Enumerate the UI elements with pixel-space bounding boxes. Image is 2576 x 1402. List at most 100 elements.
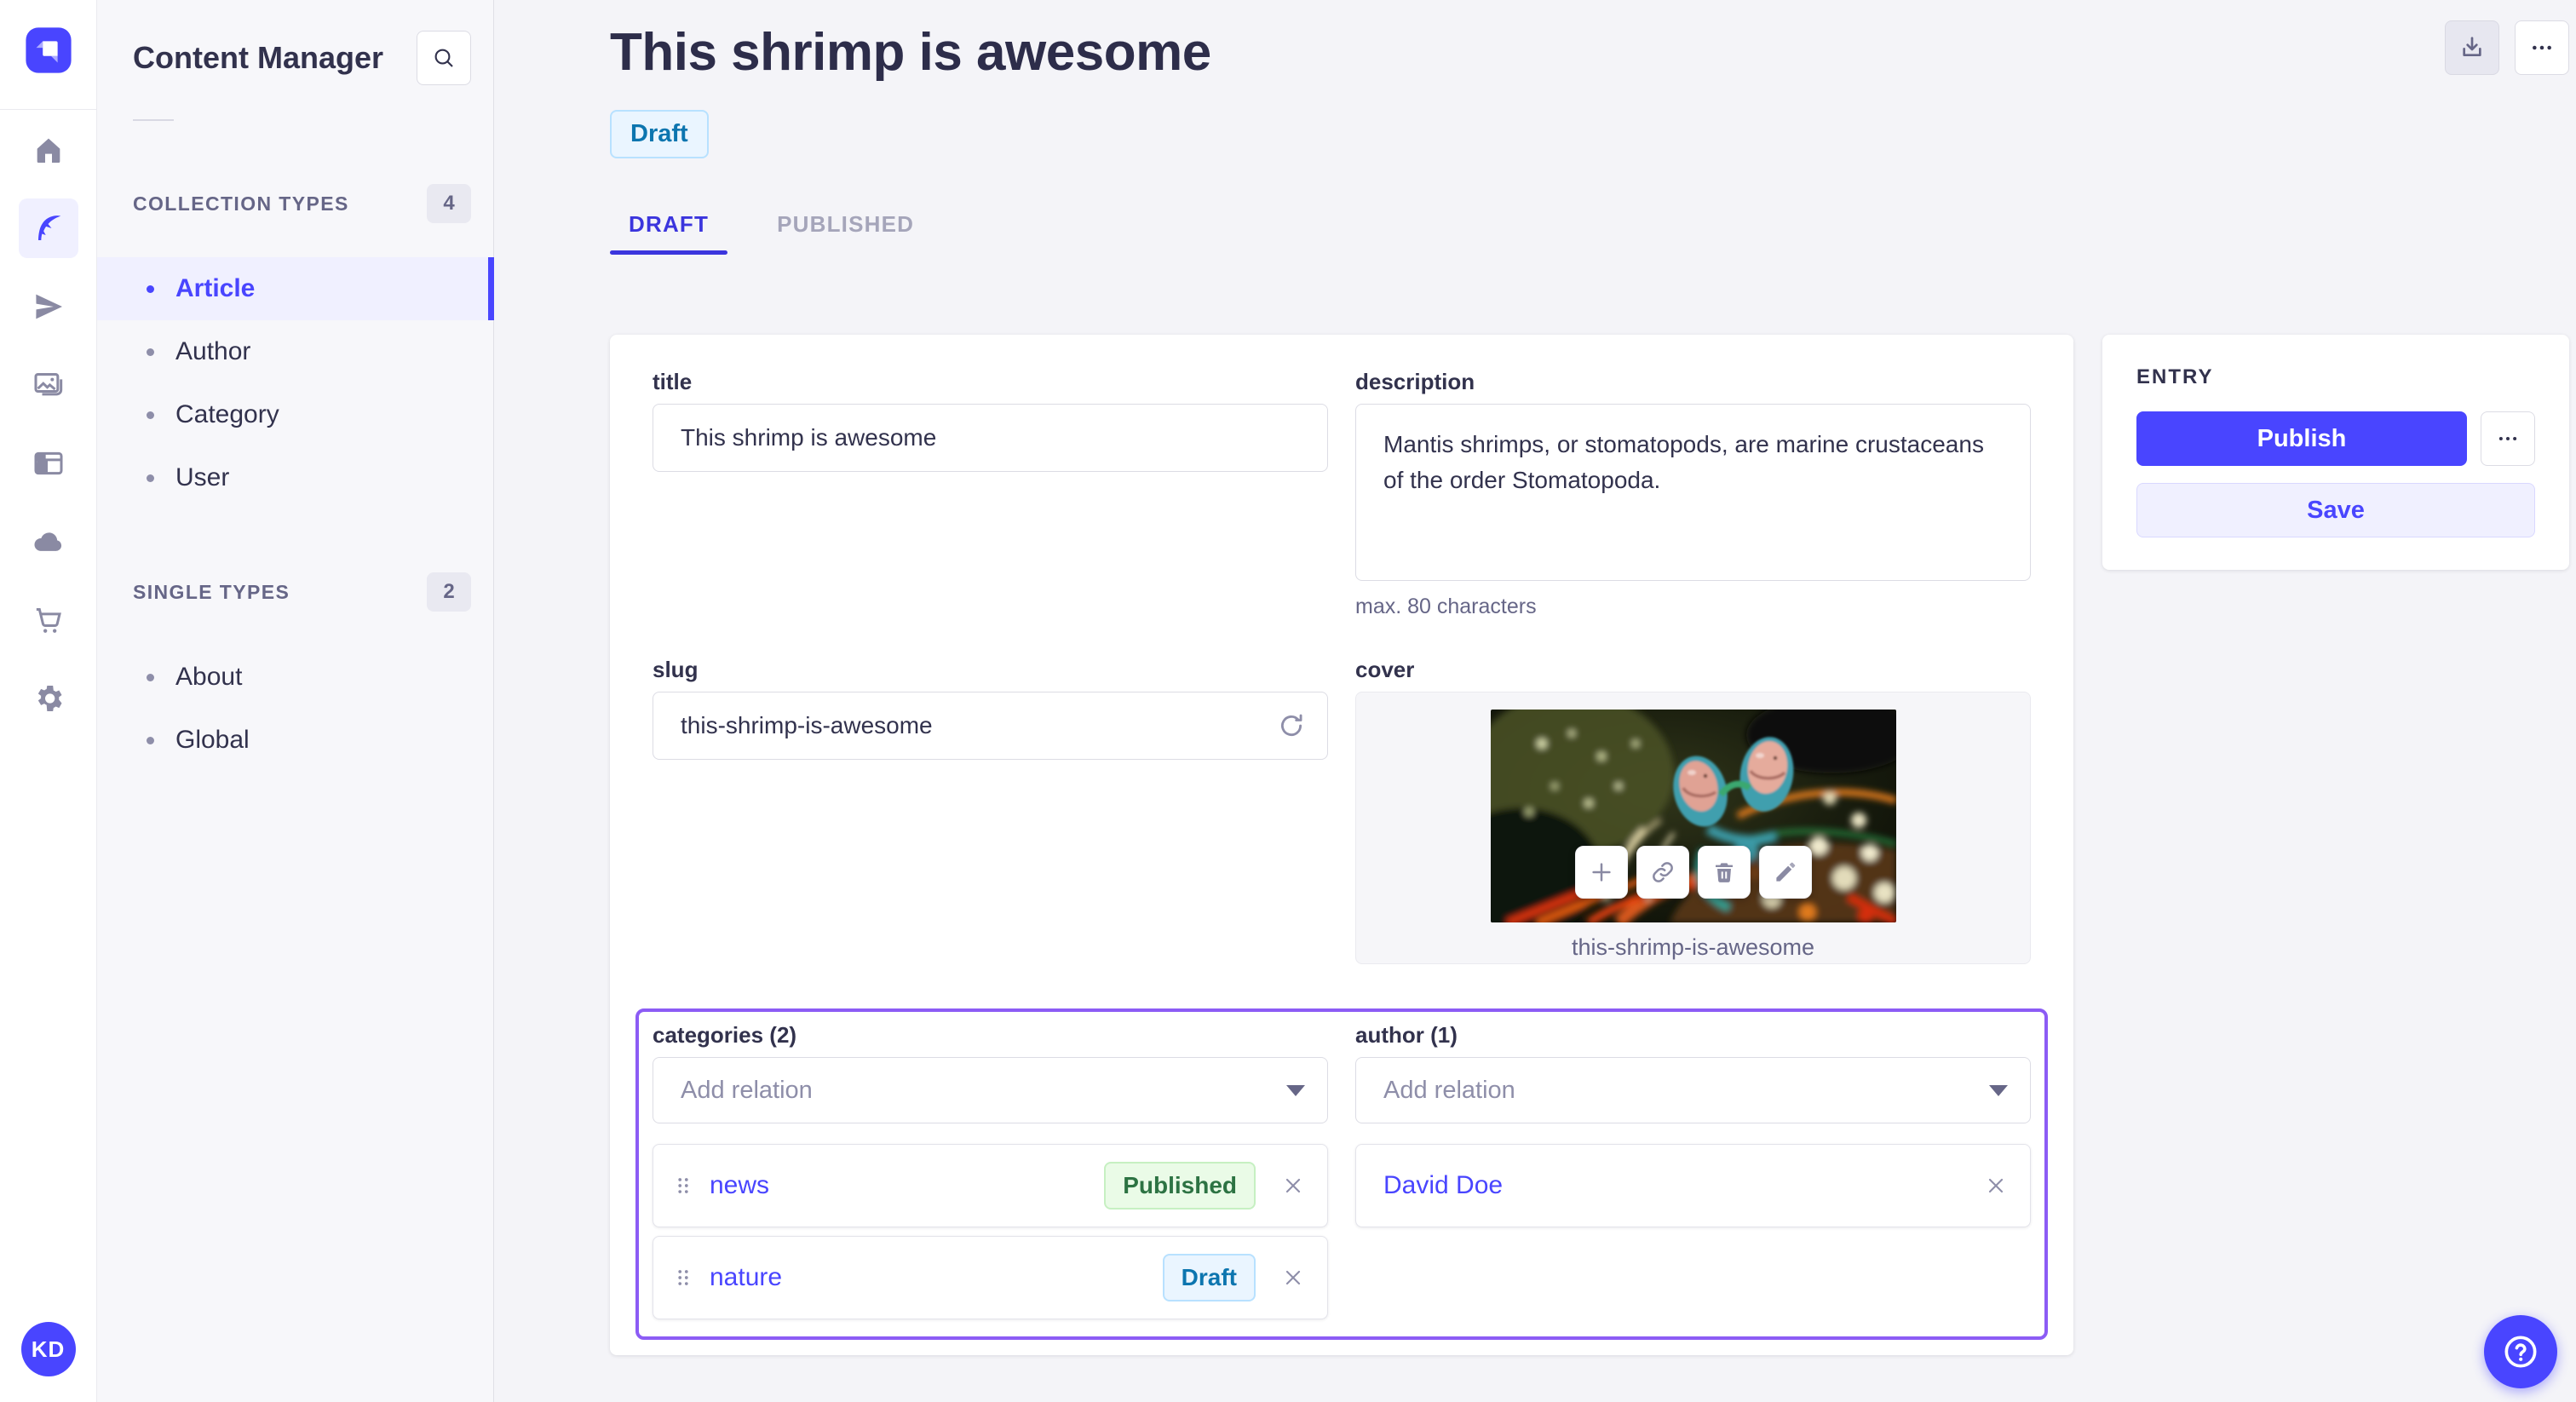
relation-status-badge: Draft: [1162, 1254, 1256, 1301]
author-relation-list: David Doe: [1355, 1144, 2031, 1227]
relation-link[interactable]: news: [710, 1171, 1104, 1200]
sidebar-item-author[interactable]: Author: [97, 320, 493, 383]
sidebar-item-user[interactable]: User: [97, 446, 493, 509]
description-hint: max. 80 characters: [1355, 595, 1537, 618]
help-button[interactable]: [2484, 1315, 2557, 1388]
categories-field: categories (2) Add relation news Publish…: [653, 1022, 1328, 1319]
entry-more-button[interactable]: [2481, 411, 2535, 466]
remove-relation-button[interactable]: [1984, 1174, 2008, 1198]
nav-home-button[interactable]: [19, 120, 78, 180]
categories-label: categories (2): [653, 1022, 797, 1048]
relation-row-news: news Published: [653, 1144, 1328, 1227]
author-add-relation-select[interactable]: Add relation: [1355, 1057, 2031, 1123]
header-more-button[interactable]: [2515, 20, 2569, 75]
sidebar-item-label: User: [175, 463, 230, 491]
sidebar-item-about[interactable]: About: [97, 646, 493, 709]
strapi-logo-icon: [25, 27, 72, 73]
relation-link[interactable]: nature: [710, 1263, 1163, 1292]
bullet-icon: [147, 474, 154, 482]
cover-carousel: this-shrimp-is-awesome: [1355, 692, 2031, 964]
drag-handle-icon[interactable]: [672, 1173, 694, 1198]
save-button[interactable]: Save: [2136, 483, 2535, 537]
nav-content-manager-button[interactable]: [18, 198, 78, 258]
bullet-icon: [147, 673, 154, 681]
sidebar-item-label: Article: [175, 274, 256, 302]
settings-icon: [37, 686, 61, 711]
bullet-icon: [147, 411, 154, 419]
categories-add-relation-select[interactable]: Add relation: [653, 1057, 1328, 1123]
slug-field: slug: [653, 657, 1328, 760]
main-nav-rail: KD: [0, 0, 97, 1402]
page-title: This shrimp is awesome: [610, 23, 1211, 82]
nav-settings-button[interactable]: [19, 669, 78, 728]
edit-form-card: title description Mantis shrimps, or sto…: [610, 335, 2073, 1355]
rail-icon-list: [18, 120, 78, 728]
search-button[interactable]: [417, 31, 471, 85]
cloud-icon: [33, 532, 61, 551]
sidebar-item-label: Global: [175, 726, 250, 754]
export-button[interactable]: [2445, 20, 2499, 75]
sidebar-item-label: Category: [175, 400, 279, 428]
bullet-icon: [147, 284, 154, 293]
cover-field: cover this-shrimp-is-awesome: [1355, 657, 2031, 964]
pencil-icon: [1775, 862, 1795, 882]
single-types-list: About Global: [97, 646, 493, 772]
search-icon: [434, 49, 453, 67]
remove-relation-button[interactable]: [1281, 1266, 1305, 1290]
add-asset-button[interactable]: [1574, 846, 1628, 899]
nav-marketplace-button[interactable]: [19, 590, 78, 650]
regenerate-slug-button[interactable]: [1277, 711, 1306, 740]
description-textarea[interactable]: Mantis shrimps, or stomatopods, are mari…: [1355, 404, 2031, 581]
tab-draft[interactable]: DRAFT: [610, 198, 728, 255]
remove-relation-button[interactable]: [1281, 1174, 1305, 1198]
plus-icon: [1591, 863, 1611, 882]
close-icon: [1285, 1270, 1301, 1285]
nav-media-library-button[interactable]: [19, 355, 78, 415]
strapi-logo[interactable]: [24, 26, 73, 75]
relation-row-david-doe: David Doe: [1355, 1144, 2031, 1227]
single-types-count-badge: 2: [427, 572, 471, 612]
relation-link[interactable]: David Doe: [1383, 1171, 1984, 1200]
chevron-down-icon: [1989, 1084, 2008, 1096]
layout-icon: [34, 451, 62, 475]
description-label: description: [1355, 369, 1475, 394]
question-mark-icon: [2504, 1336, 2537, 1368]
subnav-divider: [133, 119, 174, 121]
select-placeholder: Add relation: [1383, 1076, 1515, 1104]
delete-asset-button[interactable]: [1697, 846, 1751, 899]
refresh-icon: [1281, 714, 1302, 737]
sidebar-item-category[interactable]: Category: [97, 383, 493, 446]
cover-image: [1490, 710, 1896, 922]
title-input[interactable]: [653, 404, 1328, 472]
paper-plane-icon: [35, 294, 62, 319]
collection-types-section: COLLECTION TYPES 4 Article Author Catego…: [97, 184, 494, 509]
sidebar-item-global[interactable]: Global: [97, 709, 493, 772]
slug-input[interactable]: [653, 692, 1328, 760]
categories-relation-list: news Published nature Draft: [653, 1144, 1328, 1319]
content-manager-subnav: Content Manager COLLECTION TYPES 4 Artic…: [97, 0, 494, 1402]
relation-status-badge: Published: [1104, 1162, 1256, 1210]
chevron-down-icon: [1286, 1084, 1305, 1096]
cover-action-bar: [1574, 846, 1812, 899]
single-types-section: SINGLE TYPES 2 About Global: [97, 572, 493, 772]
close-icon: [1285, 1178, 1301, 1193]
section-label: SINGLE TYPES: [133, 580, 290, 603]
section-label: COLLECTION TYPES: [133, 192, 349, 215]
nav-plugins-button[interactable]: [19, 434, 78, 493]
drag-handle-icon[interactable]: [672, 1265, 694, 1290]
publish-button[interactable]: Publish: [2136, 411, 2467, 466]
rail-divider: [0, 109, 97, 110]
close-icon: [1988, 1178, 2004, 1193]
avatar[interactable]: KD: [20, 1322, 76, 1376]
tab-published[interactable]: PUBLISHED: [758, 198, 933, 255]
copy-link-button[interactable]: [1636, 846, 1689, 899]
media-icon: [34, 373, 62, 396]
edit-asset-button[interactable]: [1758, 846, 1812, 899]
bullet-icon: [147, 736, 154, 744]
cover-caption: this-shrimp-is-awesome: [1571, 934, 1815, 960]
relation-row-nature: nature Draft: [653, 1236, 1328, 1319]
nav-deploy-button[interactable]: [19, 512, 78, 572]
entry-panel: ENTRY Publish Save: [2102, 335, 2569, 570]
nav-releases-button[interactable]: [19, 277, 78, 336]
sidebar-item-article[interactable]: Article: [97, 257, 494, 320]
